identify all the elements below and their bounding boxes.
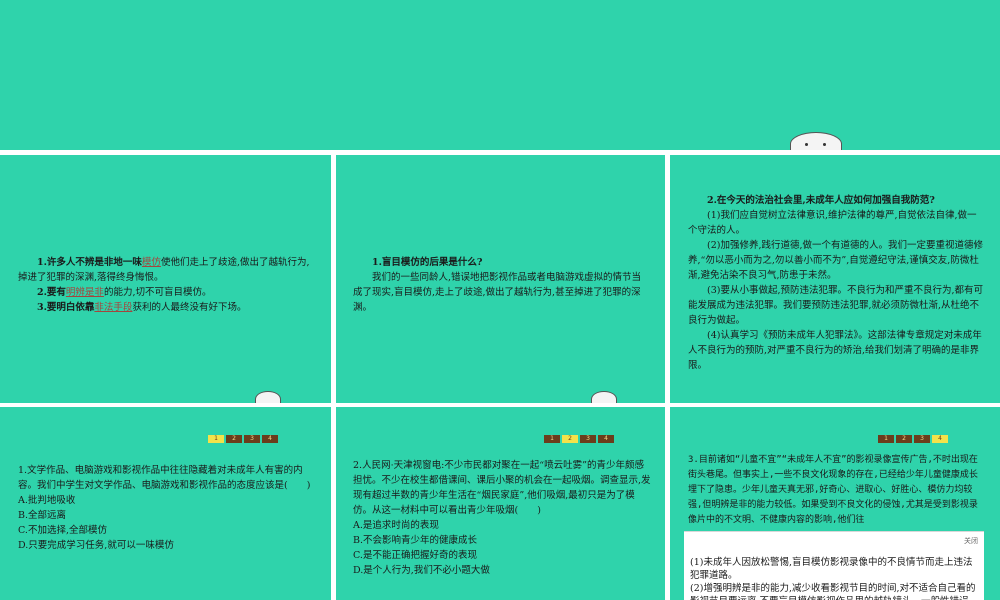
page-button-3[interactable]: 3 xyxy=(244,435,260,443)
fill-answer-3: 非法手段 xyxy=(94,302,133,313)
page-button-4[interactable]: 4 xyxy=(262,435,278,443)
point-3-rest: 获利的人最终没有好下场。 xyxy=(132,302,247,313)
fill-answer-1: 模仿 xyxy=(141,257,161,268)
page-button-2[interactable]: 2 xyxy=(226,435,242,443)
question-1-answer: 我们的一些同龄人,错误地把影视作品或者电脑游戏虚拟的情节当成了现实,盲目模仿,走… xyxy=(353,272,642,313)
popup-body: (1)未成年人因放松警惕,盲目模仿影视录像中的不良情节而走上违法犯罪道路。 (2… xyxy=(690,556,978,600)
page-button-2[interactable]: 2 xyxy=(896,435,912,443)
answer-point-3: (3)要从小事做起,预防违法犯罪。不良行为和严重不良行为,都有可能发展成为违法犯… xyxy=(688,285,983,326)
exercise-2-question: 2.人民网·天津视窗电:不少市民都对聚在一起“喷云吐雾”的青少年颇感担忧。不少在… xyxy=(353,460,651,516)
point-3-text: 3.要明白依靠 xyxy=(37,302,95,313)
page-button-2[interactable]: 2 xyxy=(562,435,578,443)
answer-popup: 关闭 (1)未成年人因放松警惕,盲目模仿影视录像中的不良情节而走上违法犯罪道路。… xyxy=(684,531,984,600)
fill-answer-2: 明辨是非 xyxy=(65,287,104,298)
exercise-1-text: 1.文学作品、电脑游戏和影视作品中往往隐藏着对未成年人有害的内容。我们中学生对文… xyxy=(18,463,316,553)
mascot-illustration xyxy=(591,391,617,403)
option-c[interactable]: C.是不能正确把握好奇的表现 xyxy=(353,548,651,563)
page-button-3[interactable]: 3 xyxy=(580,435,596,443)
slide-key-points: 1.许多人不辨是非地一味模仿使他们走上了歧途,做出了越轨行为,掉进了犯罪的深渊,… xyxy=(0,155,331,403)
point-3: 3.要明白依靠非法手段获利的人最终没有好下场。 xyxy=(18,300,313,315)
popup-answer-1: (1)未成年人因放松警惕,盲目模仿影视录像中的不良情节而走上违法犯罪道路。 xyxy=(690,557,973,581)
page-nav: 1 2 3 4 xyxy=(208,435,278,443)
exercise-2-text: 2.人民网·天津视窗电:不少市民都对聚在一起“喷云吐雾”的青少年颇感担忧。不少在… xyxy=(353,458,651,578)
option-b[interactable]: B.全部远离 xyxy=(18,508,316,523)
exercise-3-text: 3.目前诸如“儿童不宜”“未成年人不宜”的影视录像宣传广告,不时出现在街头巷尾。… xyxy=(688,453,984,531)
answer-point-4: (4)认真学习《预防未成年人犯罪法》。这部法律专章规定对未成年人不良行为的预防,… xyxy=(688,330,982,371)
page-button-4[interactable]: 4 xyxy=(598,435,614,443)
option-a[interactable]: A.是追求时尚的表现 xyxy=(353,518,651,533)
option-d[interactable]: D.只要完成学习任务,就可以一味模仿 xyxy=(18,538,316,553)
answer-point-1: (1)我们应自觉树立法律意识,维护法律的尊严,自觉依法自律,做一个守法的人。 xyxy=(688,210,977,236)
option-a[interactable]: A.批判地吸收 xyxy=(18,493,316,508)
option-c[interactable]: C.不加选择,全部模仿 xyxy=(18,523,316,538)
question-2-title: 2.在今天的法治社会里,未成年人应如何加强自我防范? xyxy=(707,195,935,206)
key-points-text: 1.许多人不辨是非地一味模仿使他们走上了歧途,做出了越轨行为,掉进了犯罪的深渊,… xyxy=(18,255,313,315)
slide-exercise-1: 1 2 3 4 1.文学作品、电脑游戏和影视作品中往往隐藏着对未成年人有害的内容… xyxy=(0,407,331,600)
option-d[interactable]: D.是个人行为,我们不必小题大做 xyxy=(353,563,651,578)
option-b[interactable]: B.不会影响青少年的健康成长 xyxy=(353,533,651,548)
page-button-4[interactable]: 4 xyxy=(932,435,948,443)
point-2-rest: 的能力,切不可盲目模仿。 xyxy=(103,287,212,298)
answer-point-2: (2)加强修养,践行道德,做一个有道德的人。我们一定要重视道德修养,“勿以恶小而… xyxy=(688,240,983,281)
slide-question-2: 2.在今天的法治社会里,未成年人应如何加强自我防范? (1)我们应自觉树立法律意… xyxy=(670,155,1000,403)
question-1-title: 1.盲目模仿的后果是什么? xyxy=(372,257,483,268)
page-nav: 1 2 3 4 xyxy=(878,435,948,443)
point-2-text: 2.要有 xyxy=(37,287,66,298)
popup-answer-2: (2)增强明辨是非的能力,减少收看影视节目的时间,对不适合自己看的影视节目要远离… xyxy=(690,583,976,600)
exercise-3-question: 3.目前诸如“儿童不宜”“未成年人不宜”的影视录像宣传广告,不时出现在街头巷尾。… xyxy=(688,455,978,525)
question-1-text: 1.盲目模仿的后果是什么? 我们的一些同龄人,错误地把影视作品或者电脑游戏虚拟的… xyxy=(353,255,648,315)
top-slide xyxy=(0,0,1000,150)
page-nav: 1 2 3 4 xyxy=(544,435,614,443)
point-2: 2.要有明辨是非的能力,切不可盲目模仿。 xyxy=(18,285,313,300)
exercise-1-question: 1.文学作品、电脑游戏和影视作品中往往隐藏着对未成年人有害的内容。我们中学生对文… xyxy=(18,465,311,491)
slide-question-1: 1.盲目模仿的后果是什么? 我们的一些同龄人,错误地把影视作品或者电脑游戏虚拟的… xyxy=(336,155,665,403)
popup-close-button[interactable]: 关闭 xyxy=(964,536,978,546)
page-button-1[interactable]: 1 xyxy=(878,435,894,443)
point-1-text: 1.许多人不辨是非地一味 xyxy=(37,257,142,268)
slide-exercise-2: 1 2 3 4 2.人民网·天津视窗电:不少市民都对聚在一起“喷云吐雾”的青少年… xyxy=(336,407,665,600)
page-button-3[interactable]: 3 xyxy=(914,435,930,443)
question-2-text: 2.在今天的法治社会里,未成年人应如何加强自我防范? (1)我们应自觉树立法律意… xyxy=(688,193,983,373)
page-button-1[interactable]: 1 xyxy=(208,435,224,443)
page-button-1[interactable]: 1 xyxy=(544,435,560,443)
mascot-illustration xyxy=(790,132,842,150)
mascot-illustration xyxy=(255,391,281,403)
slide-exercise-3: 1 2 3 4 3.目前诸如“儿童不宜”“未成年人不宜”的影视录像宣传广告,不时… xyxy=(670,407,1000,600)
point-1: 1.许多人不辨是非地一味模仿使他们走上了歧途,做出了越轨行为,掉进了犯罪的深渊,… xyxy=(18,255,313,285)
